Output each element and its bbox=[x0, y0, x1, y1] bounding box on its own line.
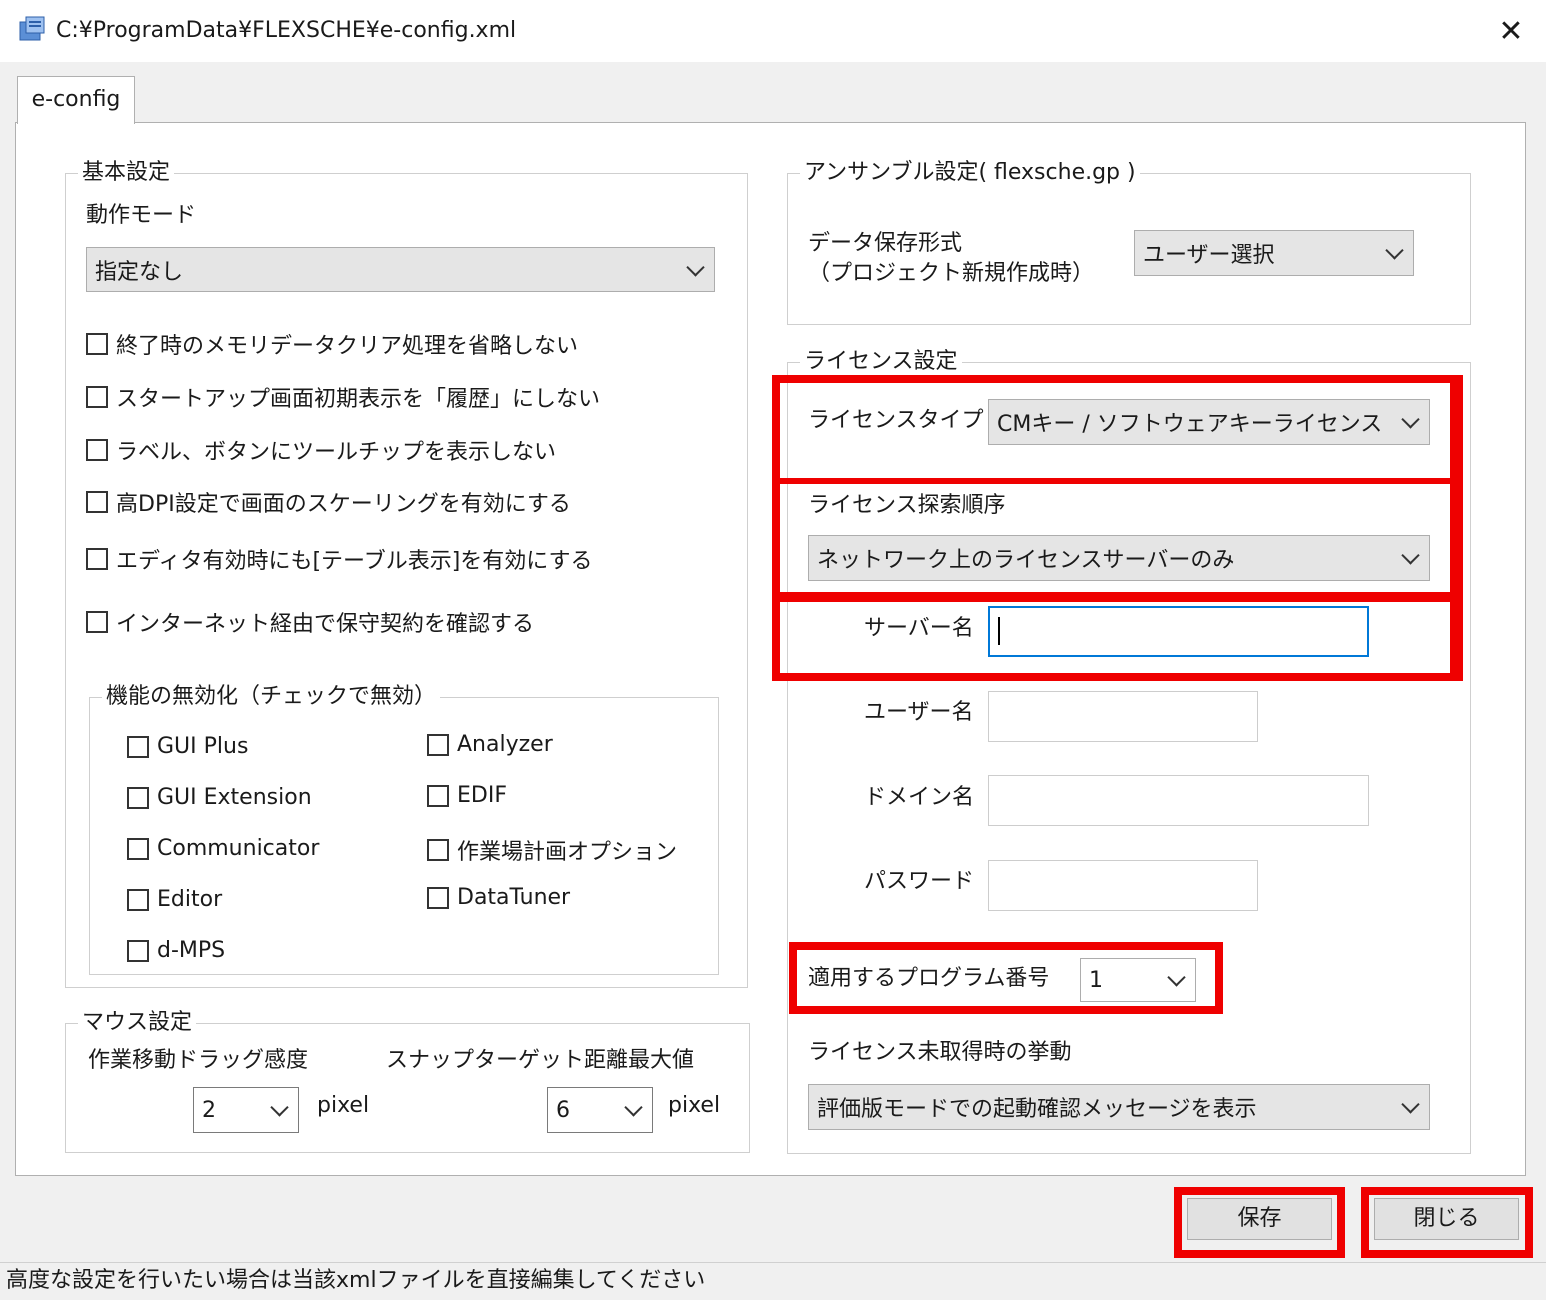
config-app-icon bbox=[18, 14, 48, 44]
window-title: C:¥ProgramData¥FLEXSCHE¥e-config.xml bbox=[56, 18, 517, 43]
disable-workplace-option[interactable]: 作業場計画オプション bbox=[427, 834, 677, 866]
disable-datatuner[interactable]: DataTuner bbox=[427, 885, 570, 910]
highlight-save-button bbox=[1174, 1187, 1345, 1258]
checkbox-icon[interactable] bbox=[86, 333, 108, 355]
checkbox-icon[interactable] bbox=[127, 786, 149, 809]
checkbox-icon[interactable] bbox=[427, 839, 449, 861]
checkbox-label: 作業場計画オプション bbox=[457, 840, 678, 865]
disable-features-legend: 機能の無効化（チェックで無効） bbox=[102, 683, 441, 711]
checkbox-label: Editor bbox=[157, 887, 223, 912]
checkbox-label: ラベル、ボタンにツールチップを表示しない bbox=[116, 440, 557, 465]
license-fallback-value: 評価版モードでの起動確認メッセージを表示 bbox=[817, 1097, 1257, 1122]
highlight-close-button bbox=[1361, 1187, 1533, 1258]
snap-unit-label: pixel bbox=[668, 1093, 721, 1118]
password-label: パスワード bbox=[864, 869, 975, 894]
domain-name-label: ドメイン名 bbox=[864, 785, 975, 810]
close-icon[interactable]: ✕ bbox=[1488, 12, 1534, 52]
checkbox-icon[interactable] bbox=[86, 491, 108, 513]
checkbox-label: 終了時のメモリデータクリア処理を省略しない bbox=[116, 334, 579, 359]
disable-gui-extension[interactable]: GUI Extension bbox=[127, 785, 312, 810]
highlight-divider bbox=[772, 592, 1463, 602]
license-fallback-select[interactable]: 評価版モードでの起動確認メッセージを表示 bbox=[808, 1084, 1430, 1130]
checkbox-icon[interactable] bbox=[127, 888, 149, 911]
snap-distance-value: 6 bbox=[556, 1097, 570, 1123]
disable-editor[interactable]: Editor bbox=[127, 887, 222, 912]
checkbox-icon[interactable] bbox=[86, 548, 108, 570]
checkbox-label: Communicator bbox=[157, 836, 320, 861]
license-settings-legend: ライセンス設定 bbox=[800, 348, 962, 376]
checkbox-startup-history[interactable]: スタートアップ画面初期表示を「履歴」にしない bbox=[86, 381, 600, 413]
checkbox-table-view[interactable]: エディタ有効時にも[テーブル表示]を有効にする bbox=[86, 543, 593, 575]
operation-mode-label: 動作モード bbox=[86, 203, 197, 228]
checkbox-label: GUI Plus bbox=[157, 734, 249, 759]
checkbox-label: GUI Extension bbox=[157, 785, 312, 810]
disable-analyzer[interactable]: Analyzer bbox=[427, 732, 553, 757]
checkbox-icon[interactable] bbox=[127, 939, 149, 962]
checkbox-icon[interactable] bbox=[86, 386, 108, 408]
license-fallback-label: ライセンス未取得時の挙動 bbox=[808, 1040, 1072, 1065]
status-bar: 高度な設定を行いたい場合は当該xmlファイルを直接編集してください bbox=[0, 1262, 1546, 1300]
user-name-label: ユーザー名 bbox=[864, 700, 974, 725]
domain-name-input[interactable] bbox=[988, 775, 1369, 826]
drag-sensitivity-label: 作業移動ドラッグ感度 bbox=[88, 1048, 309, 1073]
checkbox-label: スタートアップ画面初期表示を「履歴」にしない bbox=[116, 387, 601, 412]
drag-sensitivity-select[interactable]: 2 bbox=[193, 1087, 299, 1133]
operation-mode-select[interactable]: 指定なし bbox=[86, 247, 715, 292]
chevron-down-icon bbox=[1401, 1095, 1420, 1114]
checkbox-icon[interactable] bbox=[427, 733, 449, 756]
highlight-license-block bbox=[772, 375, 1463, 681]
checkbox-high-dpi[interactable]: 高DPI設定で画面のスケーリングを有効にする bbox=[86, 486, 571, 518]
highlight-divider bbox=[772, 478, 1463, 484]
checkbox-keep-memory-clear[interactable]: 終了時のメモリデータクリア処理を省略しない bbox=[86, 328, 578, 360]
highlight-edge bbox=[1450, 375, 1463, 681]
tab-e-config[interactable]: e-config bbox=[17, 76, 135, 124]
chevron-down-icon bbox=[686, 257, 705, 277]
checkbox-label: DataTuner bbox=[457, 885, 571, 910]
chevron-down-icon bbox=[1385, 241, 1404, 260]
password-input[interactable] bbox=[988, 860, 1258, 911]
user-name-input[interactable] bbox=[988, 691, 1258, 742]
data-format-sublabel: （プロジェクト新規作成時） bbox=[808, 261, 1095, 286]
checkbox-hide-tooltips[interactable]: ラベル、ボタンにツールチップを表示しない bbox=[86, 434, 556, 466]
mouse-settings-legend: マウス設定 bbox=[78, 1009, 197, 1037]
basic-settings-legend: 基本設定 bbox=[78, 159, 175, 187]
checkbox-icon[interactable] bbox=[127, 837, 149, 860]
disable-gui-plus[interactable]: GUI Plus bbox=[127, 734, 248, 759]
disable-edif[interactable]: EDIF bbox=[427, 783, 507, 808]
disable-communicator[interactable]: Communicator bbox=[127, 836, 319, 861]
chevron-down-icon bbox=[624, 1098, 643, 1117]
checkbox-internet-maintenance[interactable]: インターネット経由で保守契約を確認する bbox=[86, 606, 534, 638]
checkbox-icon[interactable] bbox=[427, 886, 449, 909]
disable-d-mps[interactable]: d-MPS bbox=[127, 938, 225, 963]
checkbox-label: インターネット経由で保守契約を確認する bbox=[116, 612, 535, 637]
ensemble-settings-legend: アンサンブル設定( flexsche.gp ) bbox=[800, 159, 1140, 187]
checkbox-label: 高DPI設定で画面のスケーリングを有効にする bbox=[116, 492, 571, 517]
operation-mode-value: 指定なし bbox=[95, 259, 184, 285]
checkbox-label: EDIF bbox=[457, 783, 507, 808]
chevron-down-icon bbox=[270, 1098, 289, 1117]
data-format-value: ユーザー選択 bbox=[1143, 243, 1275, 268]
checkbox-icon[interactable] bbox=[127, 735, 149, 758]
drag-sensitivity-value: 2 bbox=[202, 1097, 216, 1123]
snap-distance-select[interactable]: 6 bbox=[547, 1087, 653, 1133]
checkbox-icon[interactable] bbox=[86, 439, 108, 461]
checkbox-label: エディタ有効時にも[テーブル表示]を有効にする bbox=[116, 549, 593, 574]
highlight-program-number bbox=[789, 942, 1223, 1014]
data-format-select[interactable]: ユーザー選択 bbox=[1134, 230, 1414, 276]
snap-distance-label: スナップターゲット距離最大値 bbox=[386, 1048, 695, 1073]
drag-unit-label: pixel bbox=[317, 1093, 370, 1118]
checkbox-label: Analyzer bbox=[457, 732, 553, 757]
data-format-label: データ保存形式 bbox=[808, 231, 963, 256]
checkbox-icon[interactable] bbox=[86, 611, 108, 633]
checkbox-icon[interactable] bbox=[427, 784, 449, 807]
checkbox-label: d-MPS bbox=[157, 938, 226, 963]
